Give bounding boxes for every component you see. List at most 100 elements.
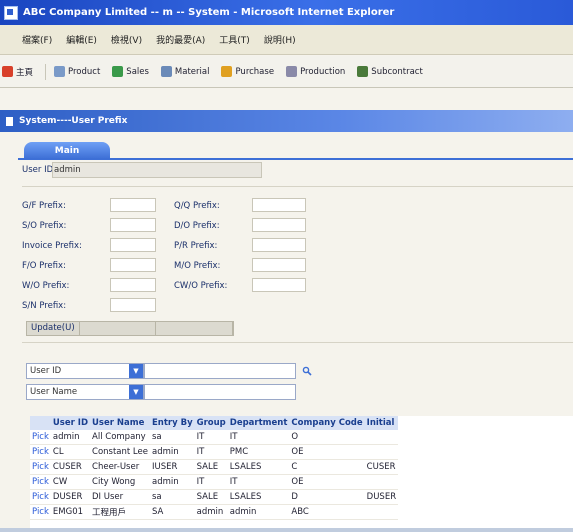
cell-company-code: ABC [289,504,365,520]
invoice-prefix-input[interactable] [110,238,156,252]
qq-prefix-input[interactable] [252,198,306,212]
wo-prefix-input[interactable] [110,278,156,292]
pick-link[interactable]: Pick [30,504,51,520]
qq-prefix-label: Q/Q Prefix: [174,201,220,211]
pick-link[interactable]: Pick [30,444,51,460]
nav-tab-material[interactable]: Material [160,66,209,77]
search-field-select-2[interactable]: User Name ▼ [26,384,144,400]
pick-link[interactable]: Pick [30,459,51,475]
divider [22,186,573,187]
ie-app-icon [4,5,18,20]
menu-tools[interactable]: 工具(T) [219,33,250,46]
column-header-entry-by[interactable]: Entry By [149,416,195,430]
cell-initial: DUSER [364,489,399,505]
chevron-down-icon[interactable]: ▼ [129,385,143,399]
cell-user-name: Constant Lee [90,444,150,460]
column-header-user-name[interactable]: User Name [90,416,150,430]
production-icon [286,66,298,77]
divider [22,342,573,343]
form-button-2[interactable] [80,322,157,335]
pick-link[interactable]: Pick [30,474,51,490]
tab-main[interactable]: Main [24,142,110,159]
pr-prefix-input[interactable] [252,238,306,252]
nav-tab-subcontract[interactable]: Subcontract [357,66,423,77]
cell-group: admin [194,504,228,520]
gf-prefix-input[interactable] [110,198,156,212]
mo-prefix-label: M/O Prefix: [174,261,221,271]
table-row: Pick CL Constant Lee admin IT PMC OE [30,444,399,460]
column-header-department[interactable]: Department [227,416,290,430]
nav-tab-home[interactable]: 主頁 [2,66,33,78]
search-field-2-value: User Name [30,387,78,397]
nav-tab-product[interactable]: Product [54,66,100,77]
cell-user-name: All Company [90,430,150,445]
table-header-row: User ID User Name Entry By Group Departm… [30,416,399,430]
do-prefix-input[interactable] [252,218,306,232]
sn-prefix-input[interactable] [110,298,156,312]
nav-tab-purchase[interactable]: Purchase [221,66,274,77]
cell-company-code: OE [289,474,365,490]
cell-group: IT [194,444,228,460]
cell-initial [364,444,399,460]
cell-user-name: 工程用戶 [90,504,150,520]
column-header-group[interactable]: Group [194,416,228,430]
module-tabs: 主頁 Product Sales Material Purchase Produ… [0,56,573,88]
cell-user-id: DUSER [50,489,91,505]
table-row: Pick CW City Wong admin IT IT OE [30,474,399,490]
material-icon [160,66,172,77]
cell-company-code: D [289,489,365,505]
search-input-1[interactable] [144,363,296,379]
cell-initial [364,474,399,490]
cell-user-name: Cheer-User [90,459,150,475]
cell-entry-by: sa [149,489,195,505]
table-row: Pick DUSER DI User sa SALE LSALES D DUSE… [30,489,399,505]
cell-company-code: OE [289,444,365,460]
nav-tab-production[interactable]: Production [286,66,345,77]
cell-user-id: EMG01 [50,504,91,520]
search-input-2[interactable] [144,384,296,400]
column-header-initial[interactable]: Initial [364,416,399,430]
fo-prefix-input[interactable] [110,258,156,272]
purchase-icon [221,66,233,77]
menu-favorites[interactable]: 我的最愛(A) [156,33,205,46]
tab-underline [18,158,573,160]
nav-tab-label: Purchase [235,66,275,77]
column-header-company-code[interactable]: Company Code [289,416,365,430]
cell-group: SALE [194,459,228,475]
menu-view[interactable]: 檢視(V) [111,33,142,46]
search-icon[interactable] [302,366,312,376]
search-field-select-1[interactable]: User ID ▼ [26,363,144,379]
sales-icon [112,66,124,77]
page-header-icon [6,116,13,126]
nav-tab-label: Subcontract [371,66,423,77]
cell-department: LSALES [227,489,290,505]
mo-prefix-input[interactable] [252,258,306,272]
user-id-value: admin [52,162,262,178]
nav-tab-sales[interactable]: Sales [112,66,149,77]
so-prefix-input[interactable] [110,218,156,232]
cwo-prefix-input[interactable] [252,278,306,292]
page-title: System----User Prefix [19,116,128,126]
menu-edit[interactable]: 編輯(E) [66,33,97,46]
pick-link[interactable]: Pick [30,430,51,445]
form-buttons: Update(U) [26,321,234,336]
product-icon [54,66,66,77]
menu-help[interactable]: 說明(H) [264,33,296,46]
pick-link[interactable]: Pick [30,489,51,505]
table-row: Pick admin All Company sa IT IT O [30,430,399,445]
form-button-3[interactable] [156,322,234,335]
column-header-user-id[interactable]: User ID [50,416,91,430]
tab-separator [45,63,47,80]
cell-department: IT [227,474,290,490]
window-title: ABC Company Limited -- m -- System - Mic… [23,7,395,18]
cell-entry-by: SA [149,504,195,520]
cell-department: PMC [227,444,290,460]
cell-group: IT [194,430,228,445]
menu-file[interactable]: 檔案(F) [22,33,52,46]
cell-user-id: CW [50,474,91,490]
update-button[interactable]: Update(U) [27,322,80,335]
chevron-down-icon[interactable]: ▼ [129,364,143,378]
nav-tab-label: 主頁 [16,67,34,78]
cell-entry-by: sa [149,430,195,445]
user-table: User ID User Name Entry By Group Departm… [30,416,573,528]
